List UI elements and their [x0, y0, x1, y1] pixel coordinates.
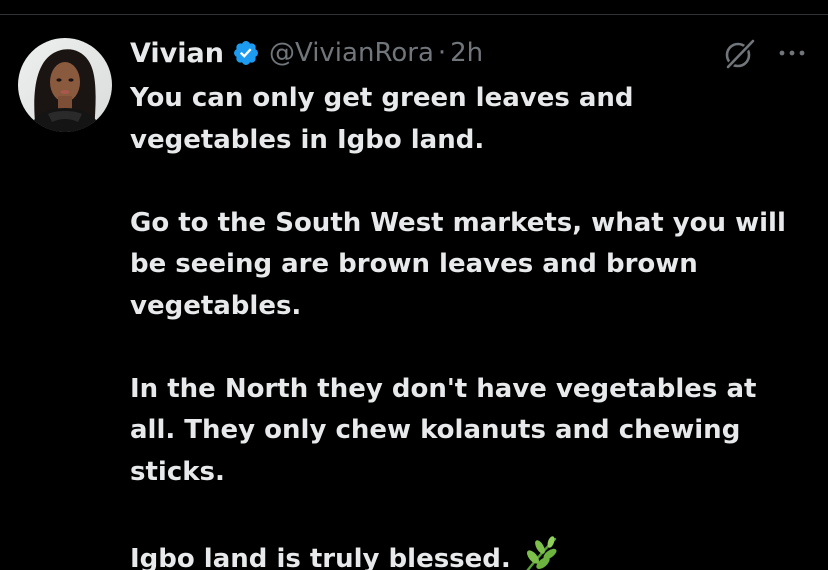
grok-icon[interactable]: [722, 37, 756, 71]
tweet-last-line: Igbo land is truly blessed.: [130, 535, 820, 570]
tweet-line: Go to the South West markets, what you w…: [130, 207, 786, 238]
herb-emoji-icon: [521, 535, 561, 570]
tweet-line: You can only get green leaves and: [130, 83, 634, 113]
avatar[interactable]: [18, 38, 112, 132]
author-display-name[interactable]: Vivian: [130, 38, 224, 69]
tweet-line: all. They only chew kolanuts and chewing: [130, 415, 741, 445]
profile-photo-icon: [18, 38, 112, 132]
tweet-line: vegetables in Igbo land.: [130, 124, 485, 155]
more-icon[interactable]: [776, 38, 808, 68]
timestamp[interactable]: 2h: [450, 38, 483, 68]
verified-badge-icon[interactable]: [232, 39, 260, 67]
tweet-line: sticks.: [130, 456, 225, 487]
author-handle[interactable]: @VivianRora: [269, 38, 434, 68]
tweet-line: be seeing are brown leaves and brown: [130, 249, 698, 279]
tweet-text: You can only get green leaves and vegeta…: [130, 78, 820, 570]
tweet-line: Igbo land is truly blessed.: [130, 543, 511, 570]
tweet-header: Vivian @VivianRora · 2h: [130, 35, 483, 71]
top-divider: [0, 14, 828, 15]
tweet-line: In the North they don't have vegetables …: [130, 373, 757, 404]
separator-dot: ·: [437, 38, 447, 68]
tweet-line: vegetables.: [130, 290, 302, 321]
